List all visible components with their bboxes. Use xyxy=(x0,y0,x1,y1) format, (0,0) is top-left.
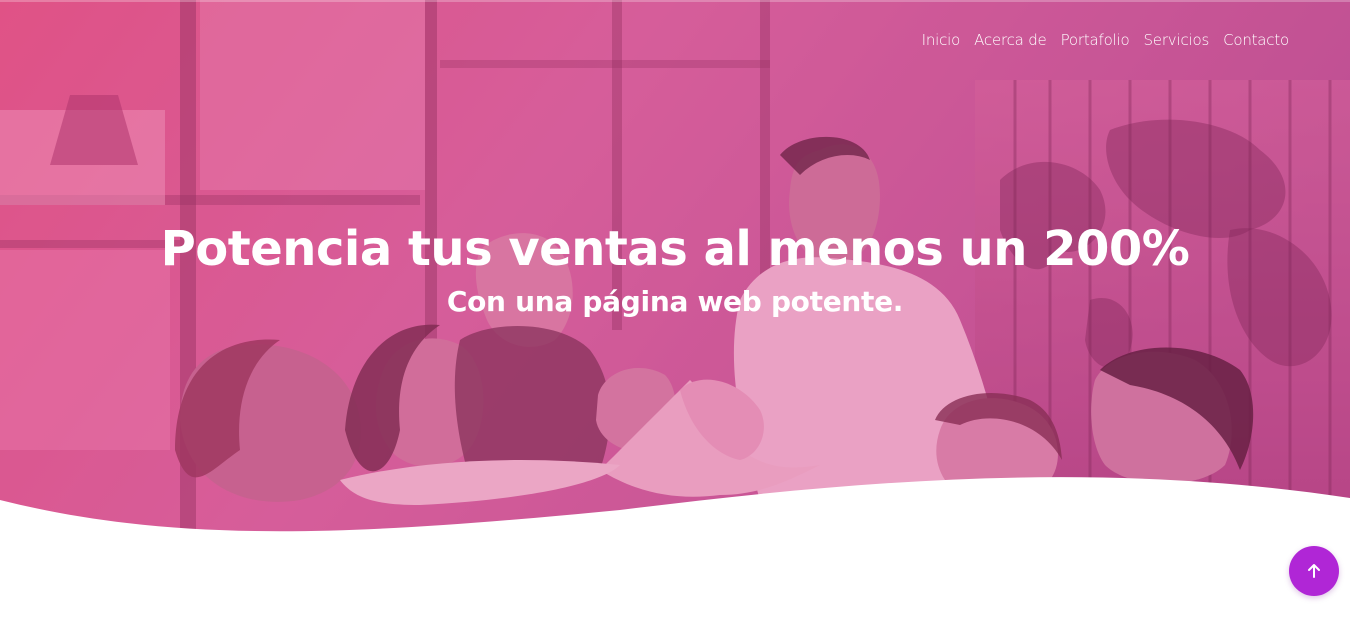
nav-item-contacto[interactable]: Contacto xyxy=(1223,31,1289,49)
hero-subtitle: Con una página web potente. xyxy=(446,285,904,318)
nav-item-acerca-de[interactable]: Acerca de xyxy=(974,31,1047,49)
hero-text-block: Potencia tus ventas al menos un 200% Con… xyxy=(0,216,1350,322)
nav-item-inicio[interactable]: Inicio xyxy=(922,31,961,49)
hero-wave-divider xyxy=(0,477,1350,550)
nav-item-servicios[interactable]: Servicios xyxy=(1143,31,1209,49)
main-nav: Inicio Acerca de Portafolio Servicios Co… xyxy=(922,31,1290,49)
nav-item-portafolio[interactable]: Portafolio xyxy=(1061,31,1130,49)
scroll-to-top-button[interactable] xyxy=(1289,546,1339,596)
landing-page: Inicio Acerca de Portafolio Servicios Co… xyxy=(0,0,1350,625)
hero-title: Potencia tus ventas al menos un 200% xyxy=(160,221,1190,277)
arrow-up-icon xyxy=(1308,564,1320,578)
